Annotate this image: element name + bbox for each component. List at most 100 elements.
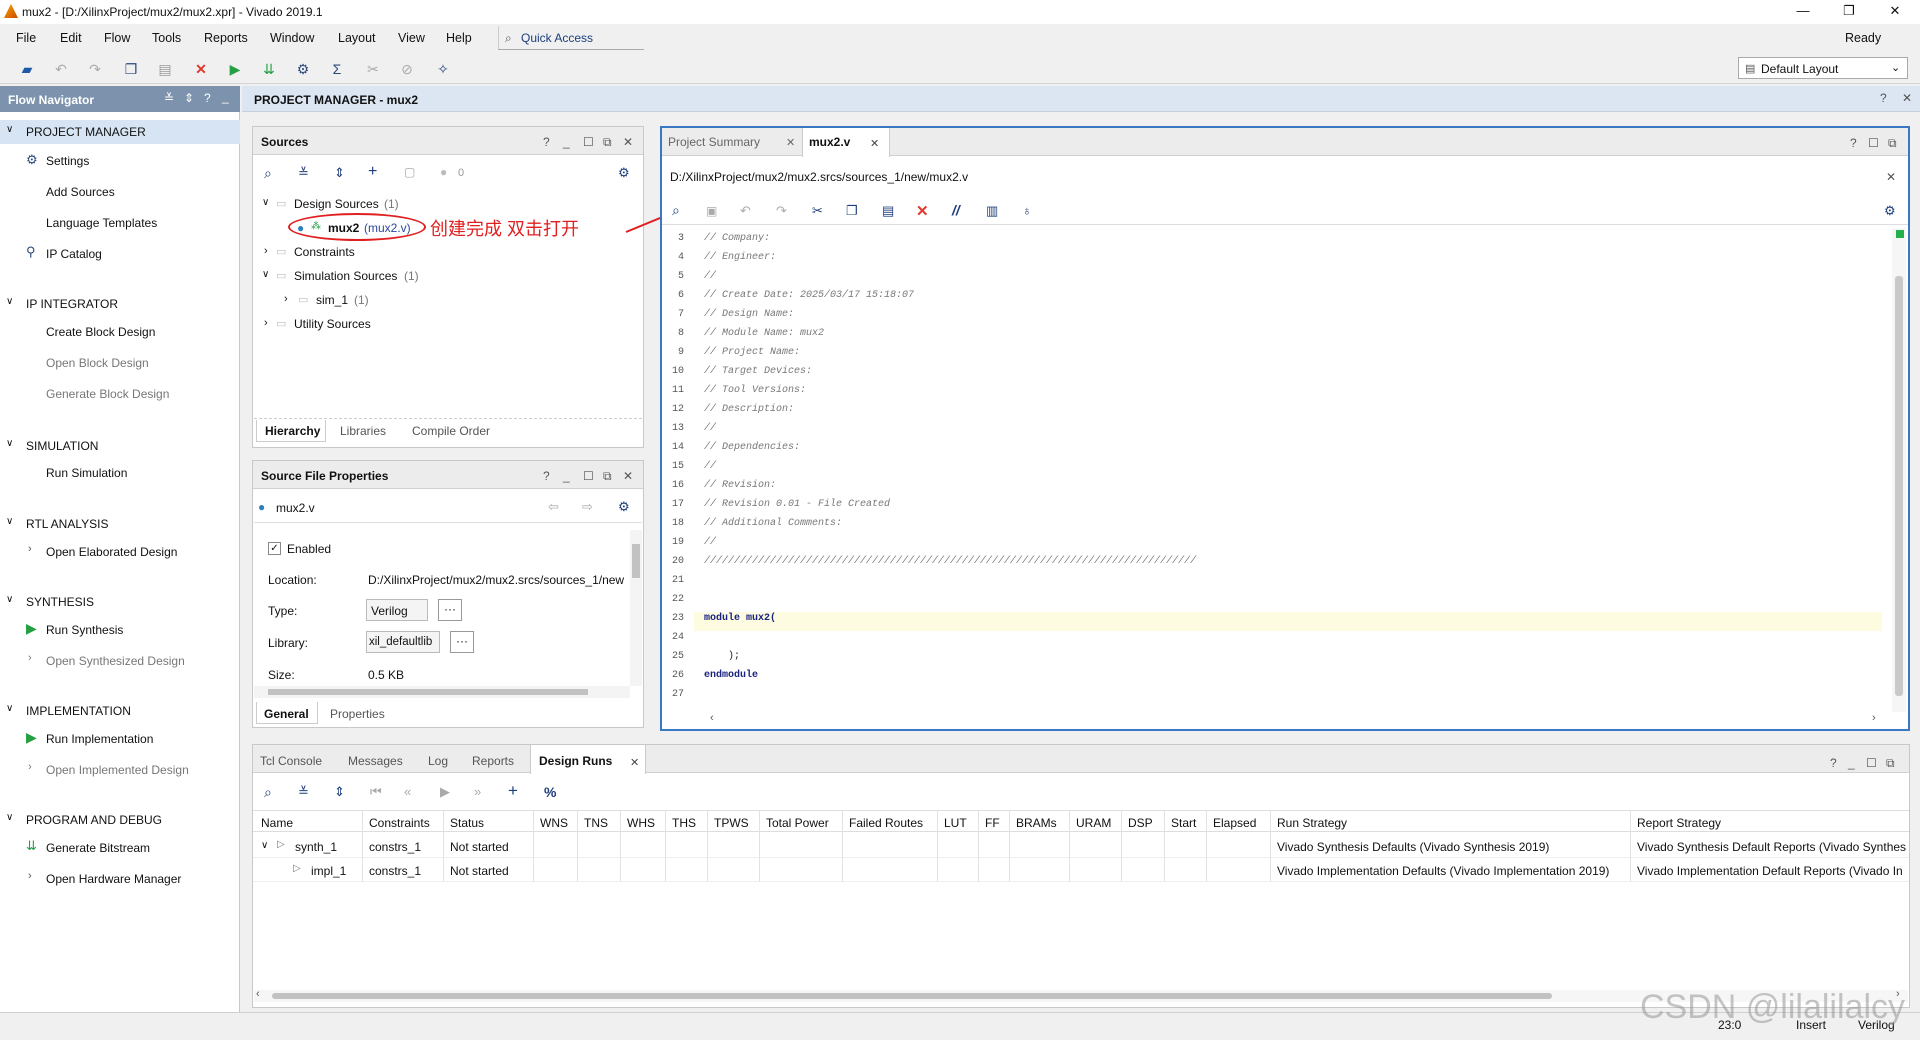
- code-line[interactable]: 3 // Company:: [662, 230, 1882, 249]
- nav-language-templates[interactable]: Language Templates: [46, 216, 157, 230]
- code-line[interactable]: 13 //: [662, 420, 1882, 439]
- menu-view[interactable]: View: [398, 31, 425, 45]
- document-icon[interactable]: ▢: [404, 165, 415, 179]
- col-ths[interactable]: THS: [672, 816, 696, 830]
- col-name[interactable]: Name: [261, 816, 293, 830]
- col-report-strategy[interactable]: Report Strategy: [1637, 816, 1721, 830]
- nav-generate-bitstream[interactable]: Generate Bitstream: [46, 841, 150, 855]
- menu-edit[interactable]: Edit: [60, 31, 82, 45]
- menu-help[interactable]: Help: [446, 31, 472, 45]
- properties-hscrollbar[interactable]: [254, 686, 630, 698]
- col-dsp[interactable]: DSP: [1128, 816, 1153, 830]
- col-total-power[interactable]: Total Power: [766, 816, 829, 830]
- col-tpws[interactable]: TPWS: [714, 816, 749, 830]
- chevron-down-icon[interactable]: ∨: [262, 269, 269, 280]
- program-icon[interactable]: ⇊: [260, 60, 278, 78]
- code-line[interactable]: 17 // Revision 0.01 - File Created: [662, 496, 1882, 515]
- chevron-down-icon[interactable]: ∨: [262, 197, 269, 208]
- float-icon[interactable]: ⧉: [603, 469, 612, 484]
- code-line[interactable]: 7 // Design Name:: [662, 306, 1882, 325]
- expand-all-icon[interactable]: ⇕: [334, 784, 345, 800]
- wand-icon[interactable]: ✧: [434, 60, 452, 78]
- hscroll-thumb[interactable]: [268, 689, 588, 695]
- cancel-run-icon[interactable]: ✂: [364, 60, 382, 78]
- code-line[interactable]: 12 // Description:: [662, 401, 1882, 420]
- close-tab-icon[interactable]: ✕: [786, 136, 795, 149]
- tree-simulation-sources[interactable]: Simulation Sources: [294, 269, 397, 283]
- nav-section-rtl-analysis[interactable]: RTL ANALYSIS: [26, 517, 108, 531]
- chevron-right-icon[interactable]: ›: [264, 245, 268, 257]
- maximize-icon[interactable]: ☐: [1868, 136, 1879, 150]
- vscroll-thumb[interactable]: [1895, 276, 1903, 696]
- next-icon[interactable]: »: [474, 784, 481, 799]
- library-more-button[interactable]: ···: [450, 631, 474, 653]
- code-line[interactable]: 19 //: [662, 534, 1882, 553]
- code-line[interactable]: 27: [662, 686, 1882, 705]
- col-tns[interactable]: TNS: [584, 816, 608, 830]
- run-icon[interactable]: ▶: [226, 60, 244, 78]
- nav-run-simulation[interactable]: Run Simulation: [46, 466, 127, 480]
- previous-icon[interactable]: «: [404, 784, 411, 799]
- close-tab-icon[interactable]: ✕: [870, 137, 879, 150]
- menu-file[interactable]: File: [16, 31, 36, 45]
- forward-arrow-icon[interactable]: ⇨: [582, 499, 593, 515]
- open-project-icon[interactable]: ▰: [18, 60, 36, 78]
- undo-icon[interactable]: ↶: [52, 60, 70, 78]
- code-line[interactable]: 8 // Module Name: mux2: [662, 325, 1882, 344]
- add-run-icon[interactable]: +: [508, 781, 518, 801]
- code-line[interactable]: 15 //: [662, 458, 1882, 477]
- help-icon[interactable]: ?: [1850, 136, 1857, 150]
- expand-all-icon[interactable]: ⇕: [334, 165, 345, 181]
- tab-mux2-v[interactable]: mux2.v: [809, 135, 850, 149]
- restore-button[interactable]: ❐: [1826, 0, 1872, 24]
- tab-libraries[interactable]: Libraries: [340, 424, 386, 438]
- search-icon[interactable]: ⌕: [264, 784, 272, 801]
- nav-open-implemented-design[interactable]: Open Implemented Design: [46, 763, 189, 777]
- minimize-button[interactable]: —: [1780, 0, 1826, 24]
- code-line[interactable]: 11 // Tool Versions:: [662, 382, 1882, 401]
- code-line[interactable]: 24: [662, 629, 1882, 648]
- menu-layout[interactable]: Layout: [338, 31, 376, 45]
- col-ff[interactable]: FF: [985, 816, 1000, 830]
- menu-reports[interactable]: Reports: [204, 31, 248, 45]
- tab-design-runs[interactable]: Design Runs: [539, 754, 612, 768]
- properties-vscrollbar[interactable]: [630, 530, 642, 686]
- percent-icon[interactable]: %: [544, 784, 556, 800]
- col-failed-routes[interactable]: Failed Routes: [849, 816, 923, 830]
- disabled-tool-icon[interactable]: ⊘: [398, 60, 416, 78]
- chevron-down-icon[interactable]: ∨: [261, 840, 268, 851]
- collapse-all-icon[interactable]: ≚: [298, 165, 309, 181]
- undo-icon[interactable]: ↶: [740, 203, 751, 219]
- code-line[interactable]: 4 // Engineer:: [662, 249, 1882, 268]
- maximize-icon[interactable]: ☐: [583, 135, 594, 149]
- col-status[interactable]: Status: [450, 816, 484, 830]
- add-sources-icon[interactable]: +: [368, 163, 377, 181]
- help-icon[interactable]: ?: [543, 469, 550, 483]
- menu-window[interactable]: Window: [270, 31, 314, 45]
- search-icon[interactable]: ⌕: [672, 202, 680, 219]
- nav-generate-block-design[interactable]: Generate Block Design: [46, 387, 169, 401]
- quick-access-box[interactable]: ⌕ Quick Access: [498, 26, 644, 50]
- hscroll-thumb[interactable]: [272, 993, 1552, 999]
- menu-flow[interactable]: Flow: [104, 31, 130, 45]
- close-tab-icon[interactable]: ✕: [630, 756, 639, 769]
- tab-reports[interactable]: Reports: [472, 754, 514, 768]
- chevron-down-icon[interactable]: ∨: [6, 438, 13, 449]
- close-window-button[interactable]: ✕: [1872, 0, 1918, 24]
- maximize-icon[interactable]: ☐: [583, 469, 594, 483]
- chevron-down-icon[interactable]: ∨: [6, 516, 13, 527]
- layout-dropdown[interactable]: ▤ Default Layout ⌄: [1738, 57, 1908, 79]
- sigma-icon[interactable]: Σ: [328, 60, 346, 78]
- paste-icon[interactable]: ▤: [156, 60, 174, 78]
- vscroll-thumb[interactable]: [632, 544, 640, 578]
- tree-constraints[interactable]: Constraints: [294, 245, 355, 259]
- col-run-strategy[interactable]: Run Strategy: [1277, 816, 1347, 830]
- tab-general[interactable]: General: [264, 707, 309, 721]
- help-icon[interactable]: ?: [543, 135, 550, 149]
- paste-icon[interactable]: ▤: [882, 203, 894, 219]
- col-elapsed[interactable]: Elapsed: [1213, 816, 1256, 830]
- tab-log[interactable]: Log: [428, 754, 448, 768]
- search-icon[interactable]: ⌕: [264, 165, 272, 182]
- float-icon[interactable]: ⧉: [1886, 756, 1895, 771]
- close-icon[interactable]: ✕: [1886, 170, 1896, 184]
